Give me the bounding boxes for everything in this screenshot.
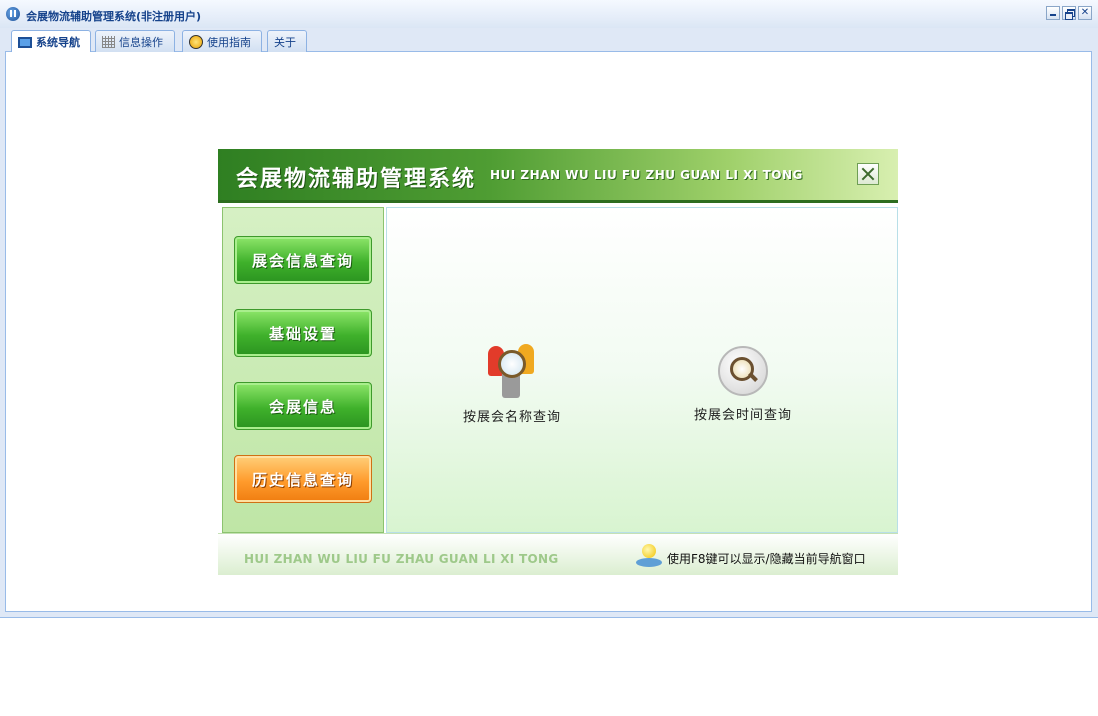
nav-header: 会展物流辅助管理系统 HUI ZHAN WU LIU FU ZHU GUAN L… (218, 149, 898, 203)
tab-info-operation[interactable]: 信息操作 (95, 30, 175, 52)
person-search-icon (484, 340, 540, 402)
menu-exhibition-info-query[interactable]: 展会信息查询 (234, 236, 372, 284)
window-controls: ✕ (1046, 6, 1092, 20)
nav-close-button[interactable] (857, 163, 879, 185)
footer-pinyin: HUI ZHAN WU LIU FU ZHAU GUAN LI XI TONG (244, 552, 559, 566)
menu-label: 基础设置 (268, 324, 337, 343)
feature-query-by-time[interactable]: 按展会时间查询 (673, 342, 813, 423)
tab-label: 使用指南 (207, 35, 251, 49)
nav-subtitle: HUI ZHAN WU LIU FU ZHU GUAN LI XI TONG (490, 168, 803, 182)
feature-query-by-name[interactable]: 按展会名称查询 (442, 340, 582, 425)
menu-label: 历史信息查询 (251, 470, 354, 489)
tab-system-navigation[interactable]: 系统导航 (11, 30, 91, 53)
feature-area: 按展会名称查询 按展会时间查询 (386, 207, 898, 533)
tab-user-guide[interactable]: 使用指南 (182, 30, 262, 52)
tab-label: 关于 (274, 35, 296, 49)
menu-exhibition-info[interactable]: 会展信息 (234, 382, 372, 430)
tab-label: 系统导航 (36, 36, 80, 49)
feature-label: 按展会时间查询 (693, 408, 792, 423)
restore-button[interactable] (1062, 6, 1076, 20)
monitor-icon (18, 36, 32, 48)
time-search-icon (718, 346, 768, 396)
header-divider (218, 200, 898, 203)
footer-tip: 使用F8键可以显示/隐藏当前导航窗口 (667, 552, 866, 566)
grid-icon (102, 35, 115, 48)
help-icon (189, 34, 203, 49)
menu-basic-settings[interactable]: 基础设置 (234, 309, 372, 357)
navigation-panel: 会展物流辅助管理系统 HUI ZHAN WU LIU FU ZHU GUAN L… (218, 149, 898, 575)
tab-label: 信息操作 (119, 35, 163, 49)
menu-label: 展会信息查询 (251, 251, 354, 270)
feature-label: 按展会名称查询 (462, 410, 561, 425)
title-bar: 会展物流辅助管理系统(非注册用户) ✕ (0, 0, 1098, 28)
nav-title: 会展物流辅助管理系统 (236, 167, 477, 192)
nav-footer: HUI ZHAN WU LIU FU ZHAU GUAN LI XI TONG … (218, 533, 898, 575)
close-button[interactable]: ✕ (1078, 6, 1092, 20)
lightbulb-tip-icon (636, 544, 662, 568)
nav-menu: 展会信息查询 基础设置 会展信息 历史信息查询 (222, 207, 384, 533)
minimize-button[interactable] (1046, 6, 1060, 20)
app-logo-icon (6, 7, 20, 21)
menu-history-info-query[interactable]: 历史信息查询 (234, 455, 372, 503)
tab-about[interactable]: 关于 (267, 30, 307, 52)
tab-strip: 系统导航 信息操作 使用指南 关于 (5, 28, 1092, 53)
menu-label: 会展信息 (268, 397, 337, 416)
window-title: 会展物流辅助管理系统(非注册用户) (26, 10, 202, 23)
